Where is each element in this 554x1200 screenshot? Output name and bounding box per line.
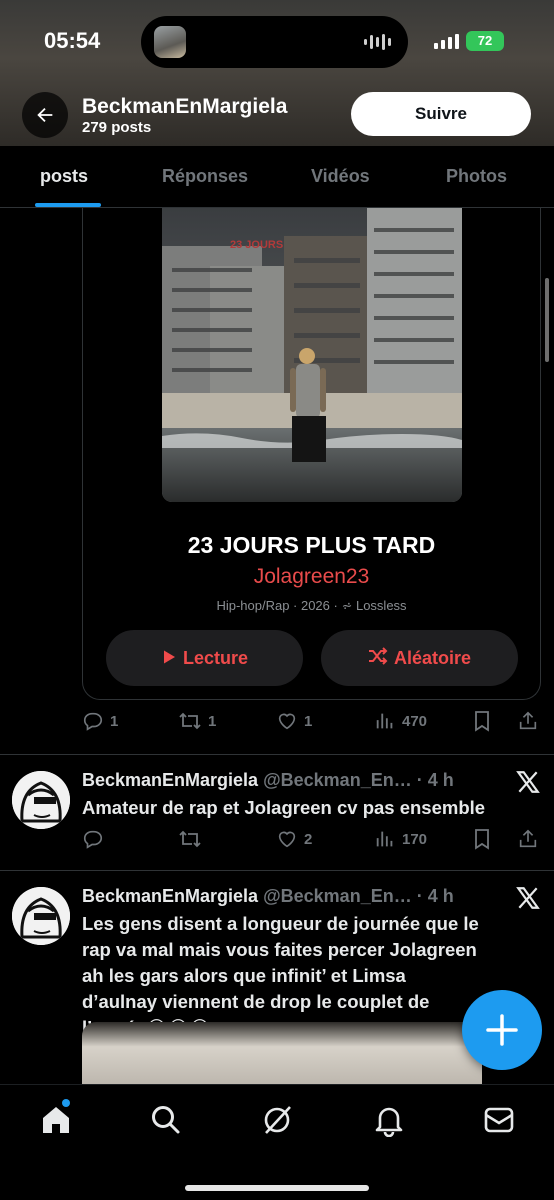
bookmark-icon [475, 829, 489, 850]
repost-icon [179, 830, 201, 848]
tab-videos[interactable]: Vidéos [311, 166, 370, 187]
search-icon[interactable] [149, 1103, 183, 1137]
repost-icon [179, 712, 201, 730]
bookmark-button[interactable] [472, 710, 492, 732]
divider [0, 870, 554, 871]
dynamic-island[interactable] [141, 16, 408, 68]
tab-replies[interactable]: Réponses [162, 166, 248, 187]
like-count: 2 [304, 830, 313, 848]
audio-wave-icon [364, 34, 392, 50]
share-button[interactable] [517, 710, 539, 732]
profile-name: BeckmanEnMargiela [82, 95, 288, 118]
album-artist[interactable]: Jolagreen23 [82, 565, 541, 589]
bell-icon[interactable] [372, 1103, 406, 1137]
follow-button[interactable]: Suivre [351, 92, 531, 136]
album-meta: Hip-hop/Rap · 2026 · ⩫ Lossless [82, 598, 541, 614]
posts-count: 279 posts [82, 119, 152, 136]
avatar[interactable] [12, 887, 70, 945]
avatar[interactable] [12, 771, 70, 829]
home-icon[interactable] [39, 1103, 73, 1137]
bookmark-button[interactable] [472, 828, 492, 850]
signal-icon [434, 34, 459, 49]
views-button[interactable]: 470 [374, 710, 427, 732]
tweet-time: · 4 h [416, 770, 454, 790]
compose-button[interactable] [462, 990, 542, 1070]
plus-icon [486, 1014, 518, 1046]
avatar-illustration [12, 887, 70, 945]
lossless-label: Lossless [355, 598, 407, 613]
tweet-time: · 4 h [416, 886, 454, 906]
x-logo-icon [516, 887, 540, 909]
tweet-header: BeckmanEnMargiela @Beckman_En… · 4 h [82, 770, 454, 791]
cover-title-text: 23 JOURS [230, 239, 283, 251]
like-button[interactable]: 1 [276, 710, 312, 732]
reply-icon [83, 712, 103, 731]
x-logo-icon [516, 771, 540, 793]
bottom-navigation [0, 1084, 554, 1200]
share-icon [519, 829, 537, 848]
tweet-header: BeckmanEnMargiela @Beckman_En… · 4 h [82, 886, 454, 907]
active-tab-indicator [35, 203, 101, 207]
album-cover[interactable]: 23 JOURS [162, 208, 462, 502]
views-button[interactable]: 170 [374, 828, 427, 850]
status-time: 05:54 [44, 28, 101, 53]
tweet-actions: 2 170 [82, 828, 542, 858]
tweet-media[interactable] [82, 1022, 482, 1084]
view-count: 470 [402, 712, 428, 730]
play-button[interactable]: Lecture [106, 630, 303, 686]
bookmark-icon [475, 711, 489, 732]
views-icon [376, 831, 393, 847]
reply-button[interactable]: 1 [82, 710, 118, 732]
shuffle-icon [368, 631, 388, 687]
profile-header: 05:54 72 BeckmanEnMargiela 279 posts Sui… [0, 0, 554, 146]
arrow-left-icon [37, 107, 53, 123]
reply-count: 1 [110, 712, 119, 730]
status-bar: 05:54 72 [0, 0, 554, 82]
tab-photos[interactable]: Photos [446, 166, 507, 187]
post-actions: 1 1 1 470 [82, 710, 542, 740]
reply-button[interactable] [82, 828, 110, 850]
tab-posts[interactable]: posts [40, 166, 88, 187]
tweet-author-handle[interactable]: @Beckman_En… [263, 886, 412, 906]
play-icon [161, 631, 177, 687]
grok-icon[interactable] [260, 1103, 294, 1137]
mail-icon[interactable] [482, 1103, 516, 1137]
reply-icon [83, 830, 103, 849]
battery-icon: 72 [466, 31, 504, 51]
now-playing-artwork [154, 26, 186, 58]
repost-button[interactable] [178, 828, 208, 850]
tweet-text: Amateur de rap et Jolagreen cv pas ensem… [82, 797, 486, 818]
shuffle-label: Aléatoire [393, 648, 472, 668]
view-count: 170 [402, 830, 428, 848]
battery-level: 72 [477, 33, 493, 48]
repost-count: 1 [208, 712, 217, 730]
profile-tabs: posts Réponses Vidéos Photos [0, 146, 554, 208]
scrollbar[interactable] [545, 278, 549, 362]
heart-icon [278, 713, 296, 730]
divider [0, 754, 554, 755]
share-button[interactable] [517, 828, 539, 850]
like-count: 1 [304, 712, 313, 730]
share-icon [519, 711, 537, 730]
album-title: 23 JOURS PLUS TARD [187, 532, 436, 558]
home-indicator[interactable] [185, 1185, 369, 1191]
tweet-author-name[interactable]: BeckmanEnMargiela [82, 886, 258, 906]
play-label: Lecture [182, 648, 249, 668]
like-button[interactable]: 2 [276, 828, 312, 850]
heart-icon [278, 831, 296, 848]
shuffle-button[interactable]: Aléatoire [321, 630, 518, 686]
lossless-icon: ⩫ [341, 598, 356, 613]
views-icon [376, 713, 393, 729]
home-notification-dot [62, 1099, 70, 1107]
avatar-illustration [12, 771, 70, 829]
tweet-author-name[interactable]: BeckmanEnMargiela [82, 770, 258, 790]
album-cover-art: 23 JOURS [162, 208, 462, 502]
back-button[interactable] [22, 92, 68, 138]
album-genre-year: Hip-hop/Rap · 2026 · [216, 598, 342, 613]
repost-button[interactable]: 1 [178, 710, 216, 732]
tweet-author-handle[interactable]: @Beckman_En… [263, 770, 412, 790]
